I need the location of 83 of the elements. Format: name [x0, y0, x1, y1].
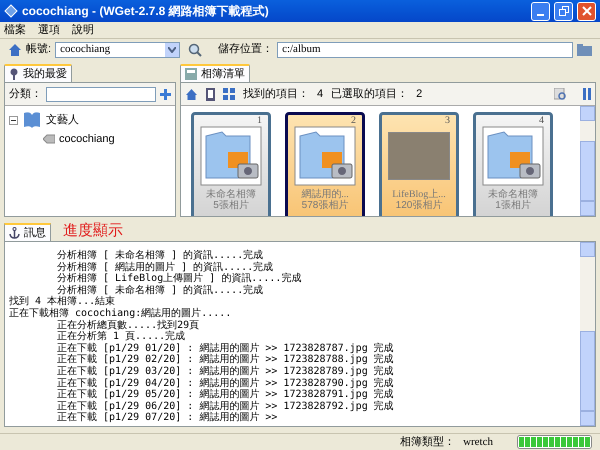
category-field[interactable]: [46, 86, 156, 102]
log-line: 正在分析總頁數.....找到29頁: [57, 320, 200, 331]
folder-with-camera-icon: [294, 126, 356, 186]
log-line: 正在下載 [p1/29 06/20] : 網誌用的圖片 >> 1723828792.jpg 完成: [57, 400, 395, 412]
account-dropdown[interactable]: cocochiang: [55, 42, 180, 58]
log-line: 正在下載 [p1/29 07/20] : 網誌用的圖片 >>: [57, 412, 278, 424]
photo-count: 5張相片: [213, 200, 249, 211]
app-icon: [4, 4, 18, 18]
album-card[interactable]: 4 未命名相簿 1張相片: [473, 112, 553, 216]
caret-icon: [168, 46, 176, 52]
menu-item[interactable]: 選項: [38, 22, 60, 38]
close-button[interactable]: [577, 2, 596, 20]
photo-count: 120張相片: [396, 200, 442, 211]
album-type-value: wretch: [463, 435, 493, 450]
window-title: cocochiang - (WGet-2.7.8 網路相簿下載程式): [22, 3, 270, 20]
photo-count: 1張相片: [495, 200, 531, 211]
album-card[interactable]: 2 網誌用的... 578張相片: [285, 112, 365, 216]
log-line: 分析相簿 [ 未命名相簿 ] 的資訊.....完成: [57, 284, 264, 296]
album-name: 網誌用的...: [301, 189, 349, 200]
restore-icon: [558, 6, 568, 16]
columns-icon[interactable]: [583, 88, 591, 100]
account-label: 帳號:: [26, 42, 52, 58]
log-line: 分析相簿 [ LifeBlog上傳圖片 ] 的資訊.....完成: [57, 273, 302, 284]
album-name: 未命名相簿: [488, 189, 538, 200]
selected-count: 2: [416, 86, 422, 102]
grid-icon[interactable]: [223, 88, 235, 100]
tree-item[interactable]: cocochiang: [59, 130, 115, 148]
pin-icon: [9, 68, 19, 80]
found-count: 4: [317, 86, 324, 102]
selected-label: 已選取的項目：: [331, 86, 408, 102]
minimize-icon: [537, 14, 544, 16]
scrollbar[interactable]: [580, 106, 595, 216]
anchor-icon: [9, 227, 20, 239]
folder-with-camera-icon: [200, 126, 262, 186]
panel-tab[interactable]: 訊息: [4, 223, 51, 241]
folder-icon[interactable]: [577, 44, 592, 56]
tag-icon: [43, 134, 55, 144]
album-name: 未命名相簿: [206, 189, 256, 200]
minus-icon: [11, 118, 16, 122]
home-icon: [8, 42, 22, 56]
expander-icon[interactable]: [9, 116, 18, 124]
log-line: 正在下載 [p1/29 05/20] : 網誌用的圖片 >> 1723828791.jpg 完成: [57, 389, 395, 400]
log-line: 找到 4 本相簿...結束: [9, 296, 116, 308]
album-number: 4: [539, 115, 544, 126]
photo-placeholder: [388, 132, 450, 180]
category-label: 分類：: [9, 86, 42, 102]
panel-tab[interactable]: 我的最愛: [4, 64, 72, 82]
scrollbar[interactable]: [580, 242, 595, 426]
menu-item[interactable]: 說明: [72, 22, 94, 38]
list-icon: [185, 68, 197, 80]
log-line: 正在下載 [p1/29 04/20] : 網誌用的圖片 >> 1723828790.jpg 完成: [57, 378, 395, 389]
search-icon[interactable]: [188, 42, 202, 56]
log-line: 分析相簿 [ 網誌用的圖片 ] 的資訊.....完成: [57, 262, 274, 273]
album-number: 2: [351, 115, 356, 126]
album-card[interactable]: 3 LifeBlog上... 120張相片: [379, 112, 459, 216]
panel-tab[interactable]: 相簿清單: [180, 64, 250, 82]
close-icon: [582, 6, 592, 16]
save-location-label: 儲存位置：: [218, 42, 274, 58]
photo-count: 578張相片: [302, 200, 348, 211]
tree-item[interactable]: 文藝人: [46, 112, 79, 128]
folder-with-camera-icon: [482, 126, 544, 186]
document-icon[interactable]: [206, 88, 215, 100]
log-line: 正在下載 [p1/29 01/20] : 網誌用的圖片 >> 1723828787.jpg 完成: [57, 342, 395, 354]
home-icon[interactable]: [185, 88, 198, 100]
album-number: 1: [257, 115, 262, 126]
log-line: 正在下載 [p1/29 02/20] : 網誌用的圖片 >> 1723828788.jpg 完成: [57, 354, 395, 366]
zoom-icon[interactable]: [554, 88, 567, 100]
book-icon: [22, 111, 42, 129]
log-line: 正在下載 [p1/29 03/20] : 網誌用的圖片 >> 1723828789.jpg 完成: [57, 366, 395, 378]
album-card[interactable]: 1 未命名相簿 5張相片: [191, 112, 271, 216]
log-line: 正在分析第 1 頁.....完成: [57, 331, 186, 342]
restore-button[interactable]: [554, 2, 573, 20]
add-icon[interactable]: [160, 88, 171, 100]
log-line: 分析相簿 [ 未命名相簿 ] 的資訊.....完成: [57, 250, 264, 262]
save-path-field[interactable]: c:/album: [277, 42, 573, 58]
annotation-text: 進度顯示: [63, 221, 123, 241]
found-label: 找到的項目：: [243, 86, 309, 102]
album-name: LifeBlog上...: [392, 189, 446, 200]
minimize-button[interactable]: [531, 2, 550, 20]
log-line: 正在下載相簿 cocochiang:網誌用的圖片.....: [9, 308, 232, 320]
album-type-label: 相簿類型：: [400, 435, 456, 450]
menu-item[interactable]: 檔案: [4, 22, 26, 38]
album-number: 3: [445, 115, 450, 126]
